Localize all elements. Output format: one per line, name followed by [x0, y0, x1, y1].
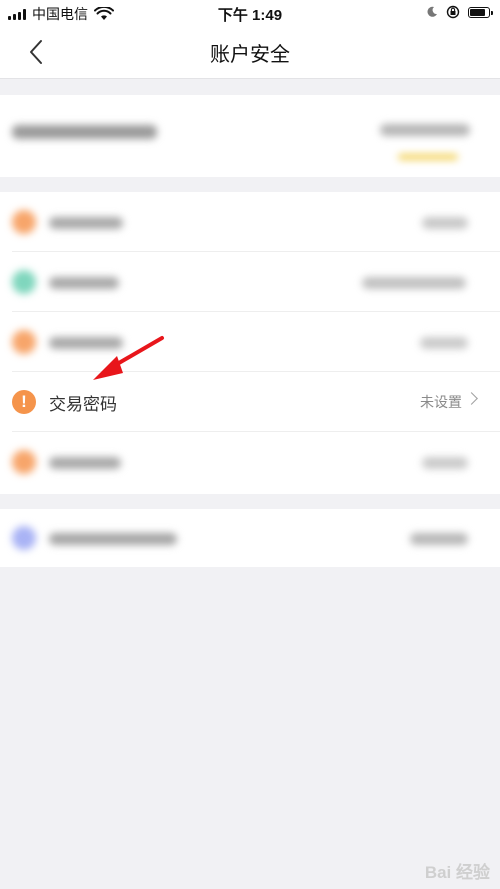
account-card[interactable] — [0, 95, 500, 177]
trade-password-status: 未设置 — [420, 394, 462, 410]
list-item[interactable] — [0, 312, 500, 372]
battery-icon — [468, 6, 493, 18]
list-item[interactable] — [0, 192, 500, 252]
watermark: Bai 经验 — [424, 863, 490, 882]
nav-bar: 账户安全 — [0, 26, 500, 79]
list-item[interactable] — [0, 432, 500, 492]
security-list: ! 交易密码 未设置 — [0, 192, 500, 494]
status-bar: 中国电信 下午 1:49 — [0, 0, 500, 26]
exclamation-circle-icon: ! — [12, 390, 36, 414]
status-right — [426, 5, 493, 19]
moon-icon — [427, 6, 437, 17]
trade-password-item[interactable]: ! 交易密码 未设置 — [0, 372, 500, 432]
trade-password-label: 交易密码 — [49, 395, 117, 414]
extra-item[interactable] — [0, 509, 500, 567]
rotation-lock-icon — [446, 5, 460, 19]
page-title: 账户安全 — [210, 44, 290, 66]
list-item[interactable] — [0, 252, 500, 312]
clock: 下午 1:49 — [217, 7, 283, 24]
chevron-right-icon — [465, 392, 478, 405]
